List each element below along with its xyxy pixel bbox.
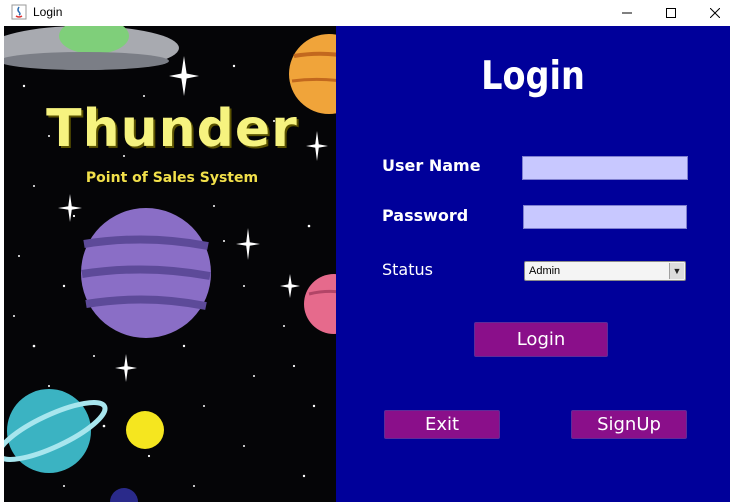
brand-title: Thunder	[46, 99, 298, 159]
login-button[interactable]: Login	[474, 322, 608, 357]
username-label: User Name	[382, 156, 481, 175]
login-panel: Login User Name Password Status Admin ▼ …	[336, 26, 730, 502]
maximize-button[interactable]	[648, 0, 694, 26]
status-selected-value: Admin	[529, 265, 561, 277]
signup-button[interactable]: SignUp	[571, 410, 687, 439]
password-field[interactable]	[523, 205, 687, 229]
status-select[interactable]: Admin ▼	[524, 261, 686, 281]
maximize-icon	[666, 8, 676, 18]
chevron-down-icon[interactable]: ▼	[669, 263, 684, 279]
pink-planet	[304, 274, 336, 334]
close-button[interactable]	[692, 0, 730, 26]
minimize-button[interactable]	[604, 0, 650, 26]
space-background	[4, 26, 336, 502]
close-icon	[710, 8, 720, 18]
exit-button[interactable]: Exit	[384, 410, 500, 439]
window-title: Login	[33, 5, 63, 19]
password-label: Password	[382, 206, 469, 225]
title-bar: Login	[0, 0, 730, 26]
yellow-moon	[126, 411, 164, 449]
minimize-icon	[622, 12, 632, 14]
space-illustration: Thunder Point of Sales System	[4, 26, 336, 502]
brand-subtitle: Point of Sales System	[85, 170, 259, 186]
flying-saucer	[4, 26, 179, 70]
purple-planet	[81, 208, 211, 338]
status-label: Status	[382, 260, 433, 279]
blue-planet	[110, 488, 138, 502]
login-heading: Login	[481, 54, 585, 99]
teal-ringed-planet	[4, 389, 108, 473]
java-app-icon	[11, 4, 27, 20]
username-field[interactable]	[522, 156, 688, 180]
